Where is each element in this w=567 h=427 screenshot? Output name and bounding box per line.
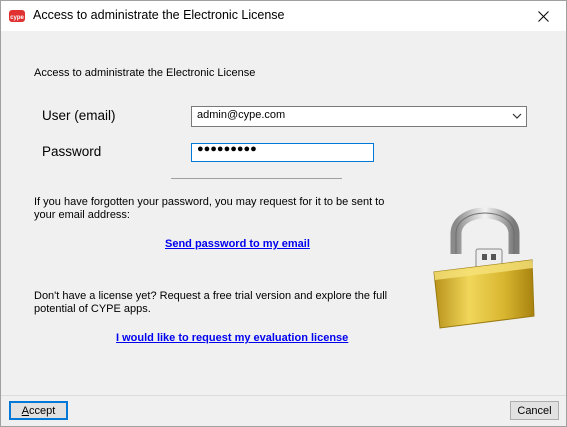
window-title: Access to administrate the Electronic Li… [33,8,285,22]
close-button[interactable] [520,1,566,31]
divider [171,178,342,179]
section-heading: Access to administrate the Electronic Li… [34,67,256,79]
svg-text:cype: cype [10,15,24,21]
button-bar: Accept Cancel [1,395,566,426]
password-field[interactable]: ●●●●●●●●● [191,143,374,162]
cancel-button-label: Cancel [517,404,552,417]
trial-text: Don't have a license yet? Request a free… [34,290,388,315]
dialog-body: Access to administrate the Electronic Li… [1,31,566,395]
title-bar: cype Access to administrate the Electron… [1,1,566,31]
close-icon [537,10,549,22]
cype-logo-icon: cype [9,10,25,22]
password-label: Password [42,144,102,159]
license-dialog: cype Access to administrate the Electron… [0,0,567,427]
usb-padlock-icon [433,207,535,329]
password-mask: ●●●●●●●●● [197,143,257,155]
accept-button[interactable]: Accept [9,401,68,420]
user-label: User (email) [42,108,116,123]
forgot-password-text: If you have forgotten your password, you… [34,196,385,221]
chevron-down-icon[interactable] [512,111,522,121]
send-password-link[interactable]: Send password to my email [165,238,310,250]
accept-button-label: Accept [21,404,56,417]
request-evaluation-link[interactable]: I would like to request my evaluation li… [116,332,348,344]
user-email-value: admin@cype.com [197,109,286,121]
cancel-button[interactable]: Cancel [510,401,559,420]
user-email-combobox[interactable]: admin@cype.com [191,106,527,127]
